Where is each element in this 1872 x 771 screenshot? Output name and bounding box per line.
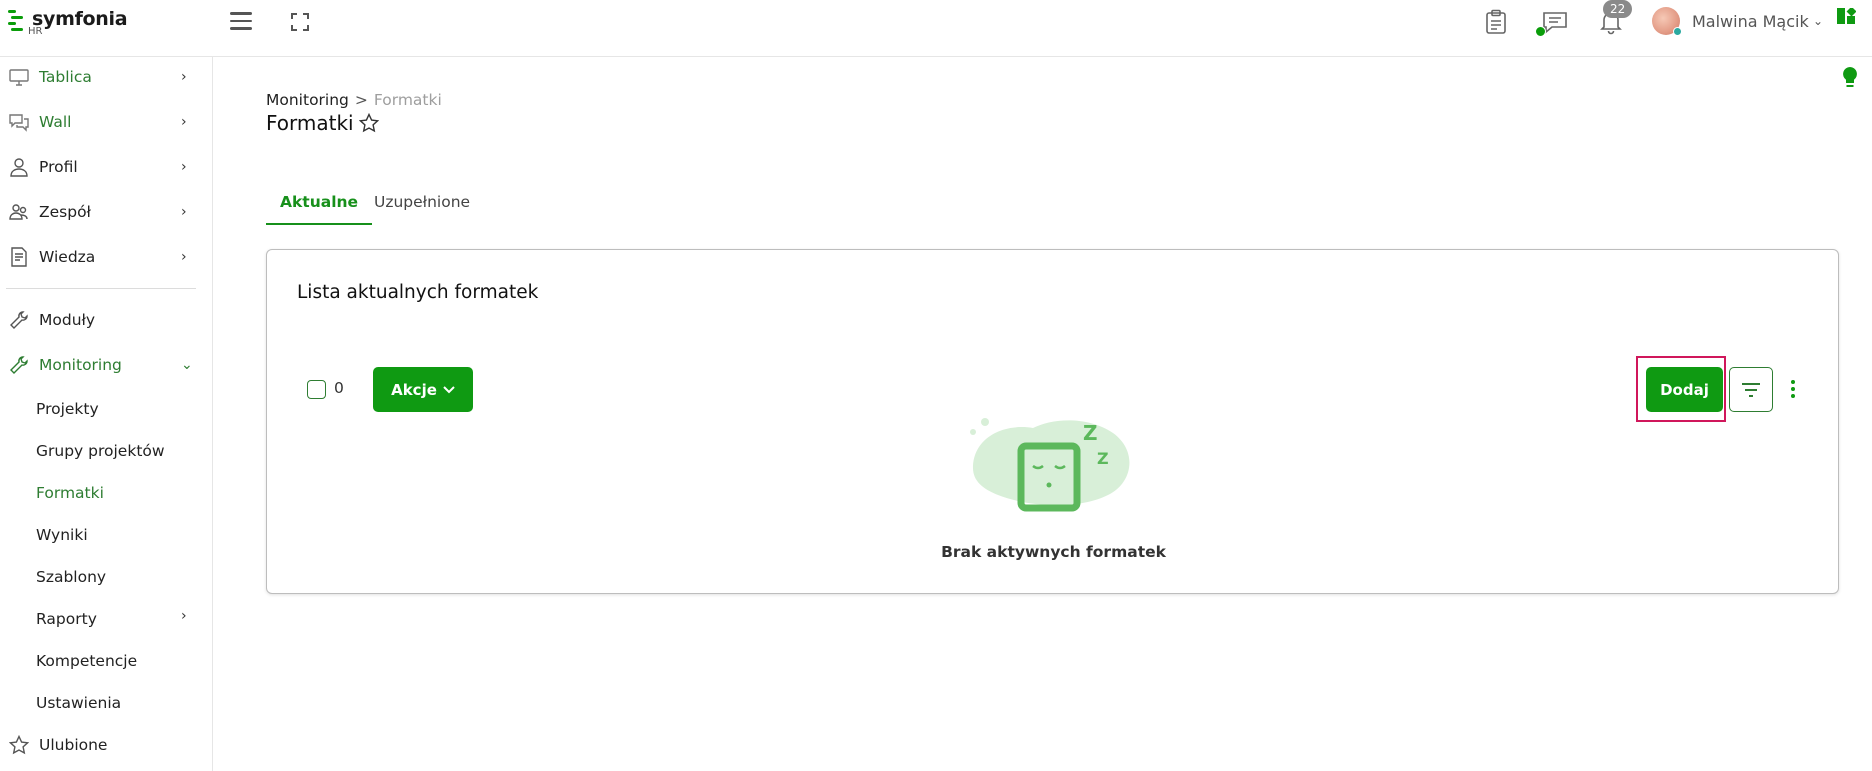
notification-badge: 22 — [1603, 0, 1633, 18]
logo-mark-icon — [8, 10, 26, 32]
page-title: Formatki — [266, 111, 354, 135]
star-icon — [9, 735, 29, 755]
sidebar-item-label: Wiedza — [39, 248, 96, 266]
sidebar-subitem-ustawienia[interactable]: Ustawienia — [36, 694, 121, 712]
chevron-down-icon: ⌄ — [181, 357, 193, 373]
clipboard-icon[interactable] — [1482, 8, 1510, 36]
apps-grid-icon[interactable] — [1836, 8, 1856, 28]
sidebar-item-profil[interactable]: Profil › — [0, 149, 213, 185]
lightbulb-icon[interactable] — [1841, 66, 1859, 90]
kebab-menu-icon — [1791, 380, 1795, 398]
brand-sub: HR — [28, 26, 43, 37]
sidebar: Tablica › Wall › Profil › Zespół › Wiedz… — [0, 57, 213, 771]
chevron-right-icon: › — [181, 114, 187, 130]
top-bar: symfonia HR 22 Malwina Mącik ⌄ — [0, 0, 1872, 57]
breadcrumb-current: Formatki — [373, 91, 442, 109]
selected-count: 0 — [334, 379, 344, 397]
sidebar-item-wiedza[interactable]: Wiedza › — [0, 239, 213, 275]
add-button[interactable]: Dodaj — [1646, 367, 1723, 412]
sidebar-item-zespol[interactable]: Zespół › — [0, 194, 213, 230]
chevron-down-icon — [443, 385, 455, 393]
chevron-right-icon: › — [181, 69, 187, 85]
sidebar-subitem-grupy-projektow[interactable]: Grupy projektów — [36, 442, 165, 460]
person-icon — [10, 158, 28, 177]
sidebar-item-label: Zespół — [39, 203, 91, 221]
chevron-right-icon: › — [181, 249, 187, 265]
sidebar-item-label: Tablica — [39, 68, 92, 86]
monitor-icon — [9, 69, 29, 86]
sidebar-item-ulubione[interactable]: Ulubione — [0, 727, 213, 763]
logo[interactable]: symfonia — [8, 8, 128, 32]
forms-list-card: Lista aktualnych formatek 0 Akcje Dodaj … — [266, 249, 1839, 594]
sidebar-subitem-formatki[interactable]: Formatki — [36, 484, 104, 502]
card-title: Lista aktualnych formatek — [297, 282, 539, 303]
breadcrumb-separator: > — [354, 91, 368, 109]
sidebar-item-label: Moduły — [39, 311, 96, 329]
sidebar-item-wall[interactable]: Wall › — [0, 104, 213, 140]
empty-state-text: Brak aktywnych formatek — [941, 543, 1166, 561]
sidebar-item-tablica[interactable]: Tablica › — [0, 59, 213, 95]
add-button-label: Dodaj — [1660, 380, 1709, 399]
team-icon — [9, 204, 28, 220]
filter-icon — [1742, 382, 1760, 397]
sidebar-subitem-kompetencje[interactable]: Kompetencje — [36, 652, 137, 670]
user-name[interactable]: Malwina Mącik — [1692, 12, 1809, 31]
sidebar-item-label: Wall — [39, 113, 72, 131]
page-title-row: Formatki — [266, 111, 379, 135]
sidebar-item-label: Profil — [39, 158, 78, 176]
more-options-button[interactable] — [1785, 374, 1801, 404]
sidebar-subitem-projekty[interactable]: Projekty — [36, 400, 99, 418]
sidebar-item-label: Monitoring — [39, 356, 122, 374]
sidebar-item-monitoring[interactable]: Monitoring ⌄ — [0, 347, 213, 383]
svg-text:Z: Z — [1097, 449, 1109, 468]
tab-uzupelnione[interactable]: Uzupełnione — [374, 187, 470, 225]
actions-button[interactable]: Akcje — [373, 367, 473, 412]
fullscreen-icon[interactable] — [290, 12, 310, 32]
sidebar-subitem-raporty[interactable]: Raporty — [36, 610, 97, 628]
sidebar-item-label: Ulubione — [39, 736, 108, 754]
brand-name: symfonia — [32, 8, 128, 30]
menu-toggle-icon[interactable] — [230, 12, 252, 32]
breadcrumb-parent[interactable]: Monitoring — [266, 91, 349, 109]
actions-button-label: Akcje — [391, 380, 437, 399]
online-status-icon — [1535, 26, 1546, 37]
sidebar-item-moduly[interactable]: Moduły — [0, 302, 213, 338]
select-all-checkbox[interactable] — [307, 380, 326, 399]
sidebar-subitem-szablony[interactable]: Szablony — [36, 568, 106, 586]
avatar-status-icon — [1673, 27, 1682, 36]
sleeping-box-illustration-icon: Z Z — [970, 418, 1130, 512]
wrench-icon — [10, 356, 28, 374]
sidebar-subitem-wyniki[interactable]: Wyniki — [36, 526, 88, 544]
breadcrumb: Monitoring > Formatki — [266, 91, 442, 109]
sidebar-divider — [6, 288, 196, 289]
chevron-right-icon: › — [181, 204, 187, 220]
svg-text:Z: Z — [1083, 421, 1098, 445]
chevron-right-icon: › — [181, 159, 187, 175]
favorite-star-icon[interactable] — [358, 113, 379, 133]
chat-bubbles-icon — [9, 114, 29, 132]
wrench-icon — [10, 311, 28, 329]
user-menu-chevron-icon[interactable]: ⌄ — [1813, 14, 1823, 28]
document-icon — [11, 247, 27, 267]
filter-button[interactable] — [1729, 367, 1773, 412]
tab-aktualne[interactable]: Aktualne — [266, 187, 373, 225]
chevron-right-icon: › — [181, 608, 187, 624]
